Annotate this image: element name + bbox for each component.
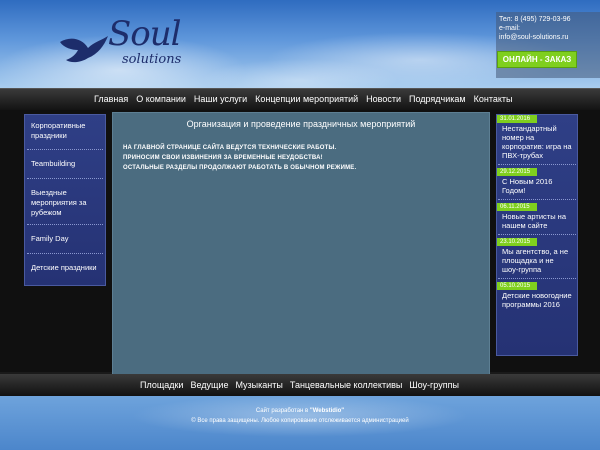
logo-text-main: Soul [108,14,182,54]
news-text[interactable]: Нестандартный номер на корпоратив: игра … [498,123,576,165]
nav-item-about[interactable]: О компании [136,94,186,104]
sidebar-item-corporate[interactable]: Корпоративные праздники [27,115,103,150]
bottom-nav-show[interactable]: Шоу-группы [409,380,459,390]
news-text[interactable]: С Новым 2016 Годом! [498,176,576,200]
footer: Сайт разработан в "Webstidio" © Все прав… [0,396,600,450]
dove-icon [60,36,108,63]
logo-text-sub: solutions [122,52,182,67]
bottom-nav-musicians[interactable]: Музыканты [235,380,282,390]
main-content: Организация и проведение праздничных мер… [112,112,490,376]
news-date: 31.01.2016 [497,115,537,123]
news-item[interactable]: 23.10.2015 Мы агентство, а не площадка и… [497,238,577,279]
news-date: 29.12.2015 [497,168,537,176]
nav-item-news[interactable]: Новости [366,94,401,104]
nav-item-services[interactable]: Наши услуги [194,94,247,104]
header: Soul solutions Тел: 8 (495) 729-03-96 e-… [0,0,600,88]
footer-developer: Сайт разработан в "Webstidio" [0,408,600,414]
bottom-nav-hosts[interactable]: Ведущие [190,380,228,390]
email-link[interactable]: info@soul-solutions.ru [499,33,597,42]
nav-item-concepts[interactable]: Концепции мероприятий [255,94,358,104]
logo[interactable]: Soul solutions [58,14,198,74]
sidebar-item-abroad[interactable]: Выездные мероприятия за рубежом [27,179,103,225]
news-item[interactable]: 31.01.2016 Нестандартный номер на корпор… [497,115,577,165]
contact-box: Тел: 8 (495) 729-03-96 e-mail: info@soul… [496,12,600,78]
nav-item-home[interactable]: Главная [94,94,128,104]
nav-item-contacts[interactable]: Контакты [474,94,513,104]
footer-dev-link[interactable]: "Webstidio" [310,408,344,414]
page-title: Организация и проведение праздничных мер… [186,119,416,129]
news-text[interactable]: Мы агентство, а не площадка и не шоу-гру… [498,246,576,279]
bottom-nav: Площадки Ведущие Музыканты Танцевальные … [0,374,600,396]
nav-item-contractors[interactable]: Подрядчикам [409,94,466,104]
notice-line: НА ГЛАВНОЙ СТРАНИЦЕ САЙТА ВЕДУТСЯ ТЕХНИЧ… [123,145,337,151]
email-label: e-mail: [499,25,521,32]
phone-text: Тел: 8 (495) 729-03-96 [499,16,571,23]
footer-dev-prefix: Сайт разработан в [255,408,309,414]
maintenance-notice: НА ГЛАВНОЙ СТРАНИЦЕ САЙТА ВЕДУТСЯ ТЕХНИЧ… [123,143,356,173]
news-text[interactable]: Детские новогодние программы 2016 [498,290,576,313]
bottom-nav-venues[interactable]: Площадки [140,380,183,390]
news-item[interactable]: 06.11.2015 Новые артисты на нашем сайте [497,203,577,235]
bottom-nav-dance[interactable]: Танцевальные коллективы [290,380,403,390]
news-column: 31.01.2016 Нестандартный номер на корпор… [496,114,578,356]
news-date: 05.10.2015 [497,282,537,290]
online-order-button[interactable]: ОНЛАЙН - ЗАКАЗ [497,51,577,68]
sidebar-item-family-day[interactable]: Family Day [27,225,103,254]
news-text[interactable]: Новые артисты на нашем сайте [498,211,576,235]
sidebar-item-kids[interactable]: Детские праздники [27,254,103,277]
top-nav: Главная О компании Наши услуги Концепции… [0,88,600,111]
sidebar-item-teambuilding[interactable]: Teambuilding [27,150,103,179]
footer-copyright: © Все права защищены. Любое копирование … [191,418,409,424]
sidebar: Корпоративные праздники Teambuilding Вые… [24,114,106,286]
notice-line: ПРИНОСИМ СВОИ ИЗВИНЕНИЯ ЗА ВРЕМЕННЫЕ НЕУ… [123,155,323,161]
notice-line: ОСТАЛЬНЫЕ РАЗДЕЛЫ ПРОДОЛЖАЮТ РАБОТАТЬ В … [123,165,357,171]
news-item[interactable]: 05.10.2015 Детские новогодние программы … [497,282,577,313]
news-item[interactable]: 29.12.2015 С Новым 2016 Годом! [497,168,577,200]
news-date: 06.11.2015 [497,203,537,211]
news-date: 23.10.2015 [497,238,537,246]
